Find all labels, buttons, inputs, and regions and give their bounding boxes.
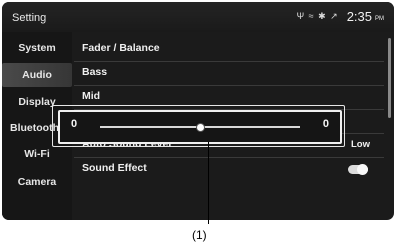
- sidebar-item-system[interactable]: System: [2, 36, 72, 60]
- sidebar-item-camera[interactable]: Camera: [2, 170, 72, 194]
- auto-sound-level-value: Low: [351, 139, 370, 150]
- status-icons: Ψ ≈ ✱ ↗: [296, 11, 339, 21]
- menu-row-sound-effect[interactable]: Sound Effect: [74, 157, 384, 181]
- menu-row-fader-balance[interactable]: Fader / Balance: [74, 37, 384, 62]
- menu-row-bass[interactable]: Bass: [74, 61, 384, 86]
- sidebar-item-audio[interactable]: Audio: [2, 63, 72, 87]
- callout-line: [208, 142, 209, 224]
- callout-label: (1): [192, 228, 207, 242]
- clock-time: 2:35: [346, 9, 372, 24]
- top-bar: Setting Ψ ≈ ✱ ↗ 2:35 PM: [2, 2, 394, 32]
- scrollbar[interactable]: [388, 38, 391, 118]
- slider-right-value: 0: [322, 118, 329, 130]
- adjust-slider-popup: 0 0: [58, 110, 342, 144]
- clock-ampm: PM: [375, 16, 384, 22]
- slider-track[interactable]: [100, 123, 300, 132]
- sound-effect-toggle[interactable]: [348, 164, 368, 175]
- page-title: Setting: [12, 12, 47, 24]
- slider-thumb[interactable]: [196, 123, 205, 132]
- status-area: Ψ ≈ ✱ ↗ 2:35 PM: [297, 9, 384, 24]
- slider-left-value: 0: [71, 118, 78, 130]
- toggle-knob: [357, 164, 368, 175]
